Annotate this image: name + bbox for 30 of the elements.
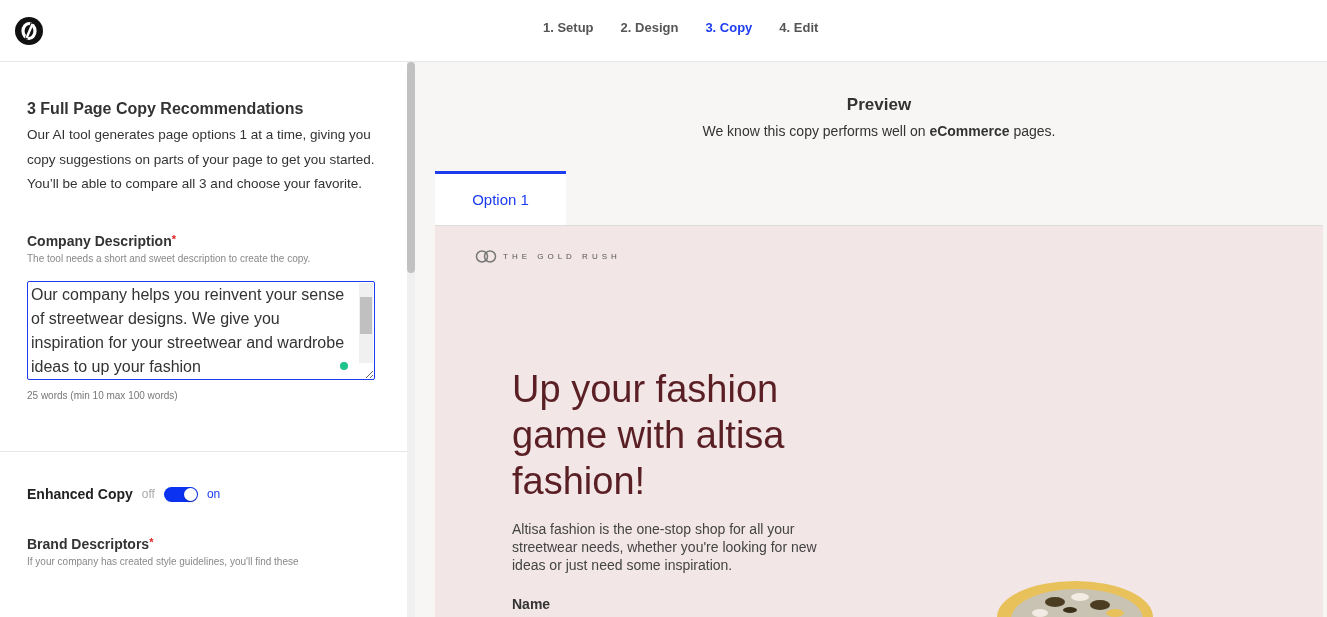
step-tab[interactable]: 4. Edit bbox=[779, 20, 819, 35]
required-mark: * bbox=[171, 232, 176, 245]
field-hint: The tool needs a short and sweet description to create the copy. bbox=[27, 252, 312, 264]
required-mark: * bbox=[149, 536, 154, 548]
toggle-label: Enhanced Copy bbox=[27, 486, 133, 502]
scrollbar[interactable] bbox=[359, 282, 373, 363]
off-label: off bbox=[141, 487, 155, 501]
brand-name: THE GOLD RUSH bbox=[503, 252, 621, 261]
preview-subtitle: We know this copy performs well on eCommerce pages. bbox=[701, 123, 1057, 139]
intro-text: Our AI tool generates page options 1 at a time, giving you copy suggestions on parts of your page to get you started. You’ll be able to compare all 3 and choose your favorite. bbox=[27, 126, 376, 193]
rings-icon bbox=[475, 250, 497, 263]
step-tab[interactable]: 1. Setup bbox=[543, 20, 594, 35]
field-label: Name bbox=[512, 596, 552, 612]
section-title: 3 Full Page Copy Recommendations bbox=[27, 100, 305, 118]
scrollbar[interactable] bbox=[407, 62, 415, 617]
description-field[interactable]: Our company helps you reinvent your sense of streetwear designs. We give you inspiration for your streetwear and wardrobe ideas to up your fashion bbox=[27, 280, 375, 380]
status-dot-icon bbox=[340, 361, 348, 370]
step-tab[interactable]: 3. Copy bbox=[705, 20, 753, 35]
enhanced-copy-toggle[interactable] bbox=[163, 486, 198, 502]
field-label: Brand Descriptors bbox=[27, 536, 150, 552]
option-tab[interactable]: Option 1 bbox=[435, 171, 566, 225]
preview-title: Preview bbox=[845, 95, 913, 115]
field-label: Company Description bbox=[27, 232, 172, 249]
word-count: 25 words (min 10 max 100 words) bbox=[27, 389, 179, 401]
hero-headline: Up your fashion game with altisa fashion! bbox=[512, 367, 786, 504]
logo-icon bbox=[15, 16, 43, 45]
hero-text: Altisa fashion is the one-stop shop for all your streetwear needs, whether you're looking for new ideas or just need some inspiration. bbox=[512, 520, 818, 574]
on-label: on bbox=[206, 487, 221, 501]
field-hint: If your company has created style guidelines, you'll find these bbox=[27, 556, 300, 567]
step-tab[interactable]: 2. Design bbox=[620, 20, 679, 35]
